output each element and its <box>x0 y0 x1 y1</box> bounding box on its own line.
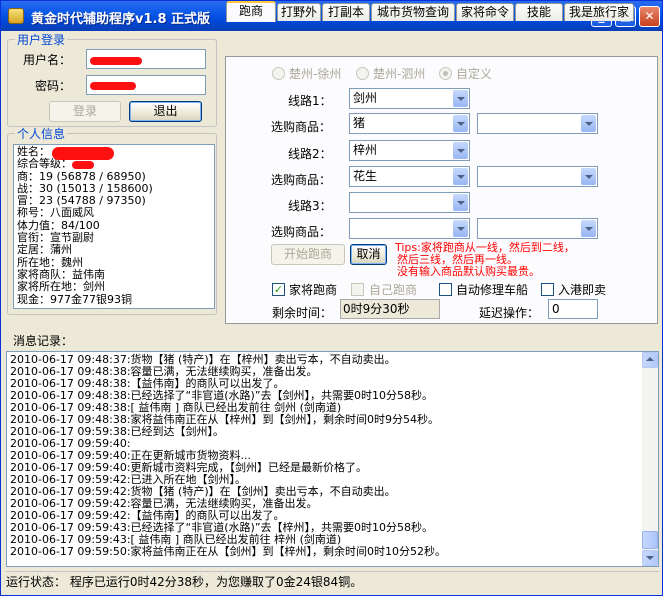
close-icon: ✕ <box>644 9 655 23</box>
route3-select[interactable] <box>349 192 470 213</box>
remaining-time-value: 0时9分30秒 <box>340 299 440 319</box>
goods1-select[interactable]: 猪 <box>349 113 470 134</box>
status-text: 程序已运行0时42分38秒，为您赚取了0金24银84铜。 <box>69 575 363 589</box>
goods2-select[interactable]: 花生 <box>349 166 470 187</box>
goods2-label: 选购商品： <box>271 173 332 187</box>
auto-repair-label: 自动修理车船 <box>456 283 529 297</box>
chevron-up-icon <box>646 357 654 361</box>
tab-label: 城市货物查询 <box>376 5 449 19</box>
tab-dungeon[interactable]: 打副本 <box>322 3 370 21</box>
route1-label: 线路1： <box>288 94 332 108</box>
cancel-button[interactable]: 取消 <box>350 244 387 265</box>
personal-info-title: 个人信息 <box>15 127 68 141</box>
scroll-up-button[interactable] <box>642 352 658 368</box>
tab-label: 跑商 <box>238 4 263 18</box>
goods3-select[interactable] <box>349 218 470 239</box>
chevron-down-icon <box>453 90 468 107</box>
delay-input[interactable]: 0 <box>548 299 598 319</box>
main-window: 黄金时代辅助程序v1.8 正式版 _ □ ✕ 用户登录 用户名： 密码： 登录 … <box>0 0 663 596</box>
close-button[interactable]: ✕ <box>639 6 660 27</box>
goods1-value: 猪 <box>353 116 366 130</box>
info-cash: 现金：977金77银93铜 <box>17 292 132 306</box>
goods1-extra-select[interactable] <box>477 113 598 134</box>
tab-family-command[interactable]: 家将命令 <box>456 3 514 21</box>
message-log[interactable]: 2010-06-17 09:48:37:货物【猪 (特产)】在【梓州】卖出亏本，… <box>6 351 659 567</box>
tab-label: 家将命令 <box>460 5 509 19</box>
username-label: 用户名： <box>23 53 72 67</box>
info-level: 综合等级： <box>17 157 72 171</box>
info-residence: 定居：蒲州 <box>17 243 72 257</box>
redacted-password <box>90 82 136 90</box>
chevron-down-icon <box>453 142 468 159</box>
window-title: 黄金时代辅助程序v1.8 正式版 <box>31 12 211 27</box>
redacted-name <box>52 147 114 160</box>
route3-label: 线路3： <box>288 199 332 213</box>
route2-label: 线路2： <box>288 147 332 161</box>
goods1-label: 选购商品： <box>271 120 332 134</box>
tab-field-fight[interactable]: 打野外 <box>277 3 321 21</box>
start-trade-button[interactable]: 开始跑商 <box>271 244 345 265</box>
route-radio-custom[interactable] <box>439 67 452 80</box>
password-label: 密码： <box>35 79 72 93</box>
log-scrollbar[interactable] <box>642 352 658 566</box>
family-trade-label: 家将跑商 <box>289 283 338 297</box>
app-gold-icon <box>8 8 24 24</box>
route-radio-chuzhou-sizhou[interactable] <box>356 67 369 80</box>
route1-value: 剑州 <box>353 91 378 105</box>
route-radio-label: 自定义 <box>456 67 493 81</box>
tips-line-3: 没有输入商品默认购买最贵。 <box>397 265 540 278</box>
goods3-label: 选购商品： <box>271 225 332 239</box>
tab-label: 技能 <box>526 5 551 19</box>
port-sell-label: 入港即卖 <box>558 283 607 297</box>
username-input[interactable] <box>86 49 206 69</box>
chevron-down-icon <box>453 168 468 185</box>
port-sell-checkbox[interactable] <box>541 283 554 296</box>
chevron-down-icon <box>581 115 596 132</box>
tab-run-trade[interactable]: 跑商 <box>226 1 276 22</box>
tab-city-goods-query[interactable]: 城市货物查询 <box>371 3 455 21</box>
info-caravan-location: 家将所在地：剑州 <box>17 280 105 294</box>
remaining-time-label: 剩余时间： <box>272 306 333 320</box>
route1-select[interactable]: 剑州 <box>349 88 470 109</box>
route2-select[interactable]: 梓州 <box>349 140 470 161</box>
chevron-down-icon <box>581 220 596 237</box>
log-label: 消息记录： <box>13 334 74 348</box>
self-trade-label: 自己跑商 <box>369 283 418 297</box>
tab-label: 我是旅行家 <box>568 5 629 19</box>
login-group-title: 用户登录 <box>15 33 68 47</box>
scroll-thumb[interactable] <box>642 531 658 549</box>
delay-label: 延迟操作： <box>479 306 540 320</box>
login-button[interactable]: 登录 <box>49 101 121 122</box>
logout-button[interactable]: 退出 <box>129 101 202 122</box>
tips-text: Tips:家将跑商从一线，然后到二线， 然后三线，然后再一线。 没有输入商品默认… <box>395 242 575 278</box>
goods2-extra-select[interactable] <box>477 166 598 187</box>
chevron-down-icon <box>453 115 468 132</box>
chevron-down-icon <box>581 168 596 185</box>
family-trade-checkbox[interactable]: ✓ <box>272 283 285 296</box>
password-input[interactable] <box>86 75 206 95</box>
auto-repair-checkbox[interactable] <box>439 283 452 296</box>
goods3-extra-select[interactable] <box>477 218 598 239</box>
chevron-down-icon <box>453 220 468 237</box>
scroll-down-button[interactable] <box>642 550 658 566</box>
redacted-username <box>90 57 142 65</box>
route-radio-chuzhou-xuzhou[interactable] <box>272 67 285 80</box>
route-radio-label: 楚州-徐州 <box>289 67 342 81</box>
tab-label: 打野外 <box>280 5 317 19</box>
status-bar: 运行状态： 程序已运行0时42分38秒，为您赚取了0金24银84铜。 <box>6 571 659 592</box>
chevron-down-icon <box>646 556 654 560</box>
tab-label: 打副本 <box>327 5 364 19</box>
tab-skills[interactable]: 技能 <box>515 3 563 21</box>
status-label: 运行状态： <box>6 575 67 589</box>
info-title: 称号：八面威风 <box>17 206 94 220</box>
log-line: 2010-06-17 09:59:50:家将益伟南正在从【剑州】到【梓州】，剩余… <box>10 545 447 558</box>
route-radio-label: 楚州-泗州 <box>373 67 426 81</box>
tab-traveler[interactable]: 我是旅行家 <box>564 3 634 21</box>
personal-info-box: 姓名： 综合等级： 商：19 (56878 / 68950) 战：30 (150… <box>13 144 215 309</box>
route2-value: 梓州 <box>353 143 378 157</box>
redacted-level <box>72 161 94 169</box>
goods2-value: 花生 <box>353 169 378 183</box>
chevron-down-icon <box>453 194 468 211</box>
self-trade-checkbox[interactable] <box>351 283 364 296</box>
